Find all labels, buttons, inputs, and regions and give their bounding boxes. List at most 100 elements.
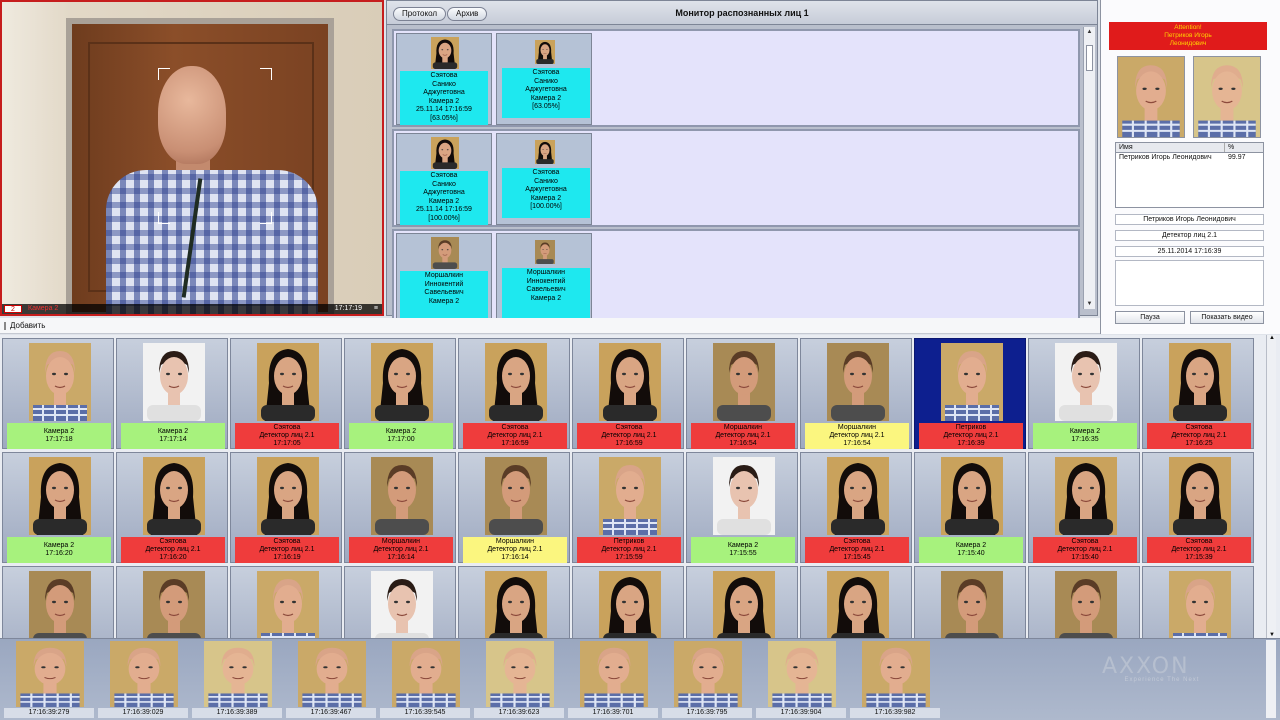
detection-cell[interactable] <box>230 566 342 638</box>
detection-cell[interactable] <box>2 566 114 638</box>
history-timestamp: 17:16:39:029 <box>98 708 188 718</box>
detection-label: Сэятова Детектор лиц 2.1 17:16:20 <box>121 537 225 563</box>
datetime-field: 25.11.2014 17:16:39 <box>1115 246 1264 257</box>
detection-cell[interactable]: Моршалкин Детектор лиц 2.1 17:16:14 <box>458 452 570 563</box>
detection-label: Моршалкин Детектор лиц 2.1 17:16:14 <box>463 537 567 563</box>
detection-cell[interactable]: Сэятова Детектор лиц 2.1 17:17:05 <box>230 338 342 449</box>
detection-cell[interactable]: Моршалкин Детектор лиц 2.1 17:16:54 <box>686 338 798 449</box>
detection-cell[interactable] <box>800 566 912 638</box>
strip-scrollbar[interactable] <box>1266 640 1276 718</box>
detection-cell[interactable]: Моршалкин Детектор лиц 2.1 17:16:14 <box>344 452 456 563</box>
match-row[interactable]: Сэятова Санико Аджугетовна Камера 2 25.1… <box>392 29 1080 127</box>
show-video-button[interactable]: Показать видео <box>1190 311 1264 324</box>
detection-cell[interactable]: Камера 2 17:16:20 <box>2 452 114 563</box>
history-frame[interactable]: 17:16:39:795 <box>662 641 752 719</box>
detection-cell[interactable]: Петриков Детектор лиц 2.1 17:15:59 <box>572 452 684 563</box>
history-face-image <box>16 641 84 707</box>
pause-button[interactable]: Пауза <box>1115 311 1185 324</box>
detection-label: Камера 2 17:15:40 <box>919 537 1023 563</box>
match-table-row[interactable]: Петриков Игорь Леонидович 99.97 <box>1116 153 1263 163</box>
column-percent-header[interactable]: % <box>1225 143 1263 152</box>
scroll-up-icon[interactable]: ▲ <box>1084 27 1095 37</box>
detection-face-image <box>257 571 319 638</box>
detection-grid: Камера 2 17:17:18 Камера 2 17:17:14 Сэят… <box>2 338 1258 638</box>
history-frame[interactable]: 17:16:39:279 <box>4 641 94 719</box>
detection-face-image <box>371 571 433 638</box>
history-timestamp: 17:16:39:545 <box>380 708 470 718</box>
detection-cell[interactable]: Камера 2 17:15:55 <box>686 452 798 563</box>
captured-card[interactable]: Сэятова Санико Аджугетовна Камера 2 25.1… <box>396 133 492 225</box>
detection-face-image <box>1055 457 1117 535</box>
captured-card[interactable]: Моршалкин Иннокентий Савельевич Камера 2 <box>396 233 492 325</box>
detection-cell[interactable] <box>1142 566 1254 638</box>
detection-cell[interactable]: Камера 2 17:17:18 <box>2 338 114 449</box>
database-card[interactable]: Моршалкин Иннокентий Савельевич Камера 2 <box>496 233 592 325</box>
detection-cell[interactable]: Сэятова Детектор лиц 2.1 17:16:59 <box>572 338 684 449</box>
match-row[interactable]: Сэятова Санико Аджугетовна Камера 2 25.1… <box>392 129 1080 227</box>
detection-label: Камера 2 17:15:55 <box>691 537 795 563</box>
detection-cell[interactable] <box>344 566 456 638</box>
scroll-up-icon[interactable]: ▲ <box>1267 335 1277 341</box>
detection-cell[interactable]: Сэятова Детектор лиц 2.1 17:16:20 <box>116 452 228 563</box>
detection-cell[interactable] <box>686 566 798 638</box>
hamburger-menu-icon[interactable]: ≡ <box>374 304 378 314</box>
detection-cell[interactable]: Сэятова Детектор лиц 2.1 17:16:59 <box>458 338 570 449</box>
match-name: Петриков Игорь Леонидович <box>1119 154 1212 161</box>
detection-label: Моршалкин Детектор лиц 2.1 17:16:14 <box>349 537 453 563</box>
database-card[interactable]: Сэятова Санико Аджугетовна Камера 2 [100… <box>496 133 592 225</box>
camera-number[interactable]: 2 <box>4 305 22 313</box>
detection-face-image <box>1169 343 1231 421</box>
captured-card[interactable]: Сэятова Санико Аджугетовна Камера 2 25.1… <box>396 33 492 125</box>
detection-cell[interactable] <box>572 566 684 638</box>
detection-face-image <box>485 343 547 421</box>
gallery-scrollbar[interactable]: ▲ ▼ <box>1266 335 1276 638</box>
history-frame[interactable]: 17:16:39:029 <box>98 641 188 719</box>
history-frame[interactable]: 17:16:39:982 <box>850 641 940 719</box>
detection-label: Камера 2 17:16:35 <box>1033 423 1137 449</box>
detection-cell[interactable]: Камера 2 17:17:14 <box>116 338 228 449</box>
detection-cell[interactable]: Сэятова Детектор лиц 2.1 17:15:45 <box>800 452 912 563</box>
detection-cell[interactable]: Сэятова Детектор лиц 2.1 17:15:40 <box>1028 452 1140 563</box>
history-frame[interactable]: 17:16:39:389 <box>192 641 282 719</box>
detection-cell-selected[interactable]: Петриков Детектор лиц 2.1 17:16:39 <box>914 338 1026 449</box>
face-thumbnail <box>431 237 459 269</box>
detection-cell[interactable]: Камера 2 17:17:00 <box>344 338 456 449</box>
detection-face-image <box>485 457 547 535</box>
scroll-thumb[interactable] <box>1086 45 1093 71</box>
detection-face-image <box>371 343 433 421</box>
match-row[interactable]: Моршалкин Иннокентий Савельевич Камера 2… <box>392 229 1080 327</box>
detection-cell[interactable]: Камера 2 17:15:40 <box>914 452 1026 563</box>
detection-cell[interactable] <box>458 566 570 638</box>
history-face-image <box>486 641 554 707</box>
detection-cell[interactable]: Сэятова Детектор лиц 2.1 17:16:19 <box>230 452 342 563</box>
history-timestamp: 17:16:39:279 <box>4 708 94 718</box>
history-frame[interactable]: 17:16:39:904 <box>756 641 846 719</box>
detection-label: Петриков Детектор лиц 2.1 17:16:39 <box>919 423 1023 449</box>
scroll-down-icon[interactable]: ▼ <box>1084 299 1095 309</box>
history-timestamp: 17:16:39:467 <box>286 708 376 718</box>
add-button[interactable]: Добавить <box>4 320 45 331</box>
detection-label: Камера 2 17:16:20 <box>7 537 111 563</box>
monitor-scrollbar[interactable]: ▲ ▼ <box>1083 27 1095 309</box>
column-name-header[interactable]: Имя <box>1116 143 1225 152</box>
detection-cell[interactable] <box>914 566 1026 638</box>
detection-label: Сэятова Детектор лиц 2.1 17:17:05 <box>235 423 339 449</box>
history-frame[interactable]: 17:16:39:623 <box>474 641 564 719</box>
detection-cell[interactable]: Моршалкин Детектор лиц 2.1 17:16:54 <box>800 338 912 449</box>
monitor-title: Монитор распознанных лиц 1 <box>675 8 809 18</box>
detection-cell[interactable]: Камера 2 17:16:35 <box>1028 338 1140 449</box>
history-frame[interactable]: 17:16:39:467 <box>286 641 376 719</box>
detection-face-image <box>599 457 661 535</box>
history-frame[interactable]: 17:16:39:545 <box>380 641 470 719</box>
detection-cell[interactable] <box>116 566 228 638</box>
detection-face-image <box>827 343 889 421</box>
detection-face-image <box>143 457 205 535</box>
detection-cell[interactable]: Сэятова Детектор лиц 2.1 17:16:25 <box>1142 338 1254 449</box>
detection-cell[interactable]: Сэятова Детектор лиц 2.1 17:15:39 <box>1142 452 1254 563</box>
camera-view[interactable]: 2 Камера 2 17:17:19 ≡ <box>0 0 384 316</box>
detection-cell[interactable] <box>1028 566 1140 638</box>
database-card[interactable]: Сэятова Санико Аджугетовна Камера 2 [63.… <box>496 33 592 125</box>
history-frame[interactable]: 17:16:39:701 <box>568 641 658 719</box>
history-timestamp: 17:16:39:982 <box>850 708 940 718</box>
face-thumbnail <box>535 240 555 264</box>
